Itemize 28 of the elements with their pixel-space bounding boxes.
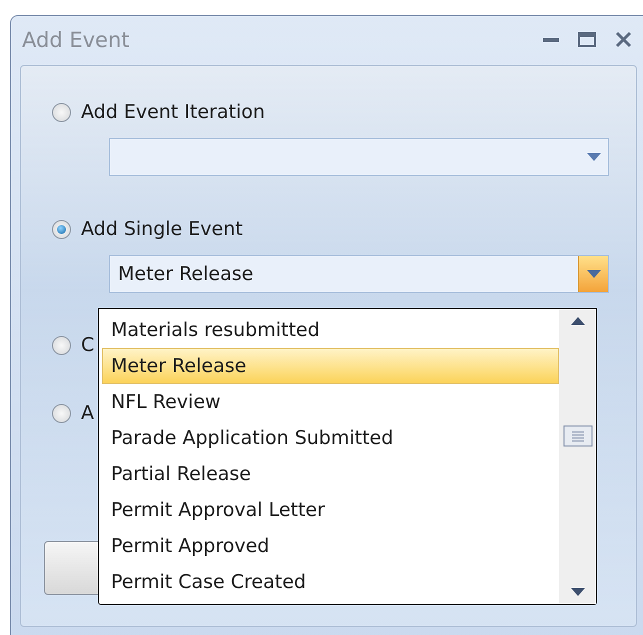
radio-button[interactable] [52, 336, 71, 354]
close-icon[interactable] [614, 31, 632, 48]
radio-label: Add Event Iteration [81, 101, 265, 123]
dropdown-item[interactable]: Permit Case Created [102, 564, 559, 600]
radio-label: A [81, 402, 94, 424]
dropdown-item[interactable]: Permit Approved [102, 528, 559, 564]
dropdown-arrow-icon[interactable] [586, 153, 600, 161]
dropdown-field[interactable] [109, 138, 609, 176]
dropdown-item[interactable]: Parade Application Submitted [102, 420, 559, 456]
radio-label: C [81, 334, 94, 356]
dropdown-item[interactable]: Partial Release [102, 456, 559, 492]
maximize-icon[interactable] [578, 32, 596, 47]
dropdown-item[interactable]: Materials resubmitted [102, 312, 559, 348]
minimize-icon[interactable] [543, 38, 559, 42]
radio-button[interactable] [52, 102, 71, 122]
radio-button[interactable] [52, 220, 71, 238]
dropdown-field[interactable]: Meter Release [109, 255, 609, 293]
dropdown-item[interactable]: NFL Review [102, 384, 559, 420]
dropdown-value: Meter Release [117, 263, 254, 285]
radio-button[interactable] [52, 404, 71, 422]
dropdown-arrow-icon[interactable] [586, 270, 600, 278]
scroll-up-icon[interactable] [570, 317, 584, 325]
dropdown-item[interactable]: Permit Approval Letter [102, 492, 559, 528]
window-title: Add Event [22, 28, 130, 52]
dropdown-item[interactable]: Meter Release [102, 348, 559, 384]
scroll-down-icon[interactable] [570, 588, 584, 596]
radio-label: Add Single Event [81, 218, 243, 240]
scroll-thumb[interactable] [562, 425, 592, 447]
